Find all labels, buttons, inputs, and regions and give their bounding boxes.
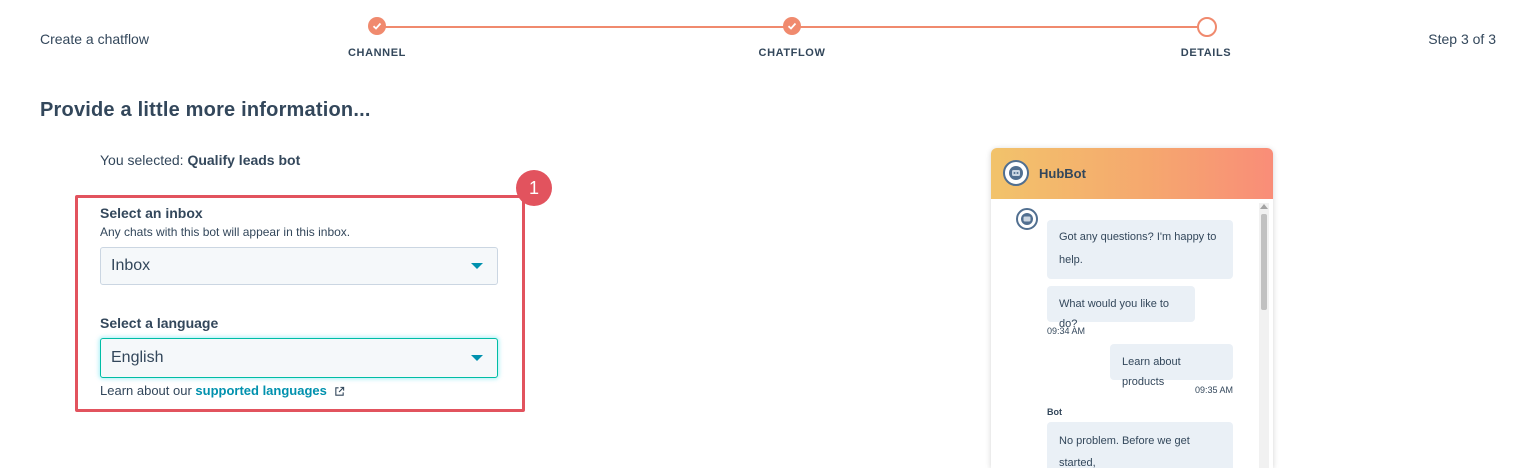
external-link-icon[interactable] (334, 385, 345, 400)
chat-sender-label: Bot (1047, 407, 1062, 417)
step-channel-check-icon[interactable] (368, 17, 386, 35)
inbox-select-value: Inbox (111, 257, 151, 274)
chat-message-bot: Got any questions? I'm happy to help. (1047, 220, 1233, 279)
wizard-title: Create a chatflow (40, 31, 149, 47)
step-details-label: DETAILS (1180, 47, 1232, 59)
scroll-up-arrow-icon[interactable] (1260, 204, 1268, 209)
inbox-label: Select an inbox (100, 205, 203, 221)
message-bot-avatar-icon (1016, 208, 1038, 230)
selected-prefix: You selected: (100, 152, 188, 168)
chat-timestamp: 09:34 AM (1047, 326, 1086, 336)
step-counter: Step 3 of 3 (1428, 31, 1496, 47)
page-title: Provide a little more information... (40, 99, 371, 121)
selected-bot-text: You selected: Qualify leads bot (100, 152, 300, 168)
chat-timestamp: 09:35 AM (1195, 385, 1234, 395)
callout-badge: 1 (516, 170, 552, 206)
chat-message-bot: No problem. Before we get started, (1047, 422, 1233, 468)
inbox-help-text: Any chats with this bot will appear in t… (100, 225, 351, 239)
step-details-circle-icon (1197, 17, 1217, 37)
chat-scroll-thumb[interactable] (1261, 214, 1267, 310)
chat-message-bot: What would you like to do? (1047, 286, 1195, 330)
language-select-value: English (111, 349, 164, 366)
language-label: Select a language (100, 315, 219, 331)
chat-preview-widget: HubBot Got any questions? I'm happy to h… (991, 148, 1273, 468)
chat-message-user: Learn about products (1110, 344, 1233, 388)
chevron-down-icon (471, 355, 483, 361)
chat-header: HubBot (991, 148, 1273, 199)
step-channel-label[interactable]: CHANNEL (348, 47, 406, 59)
chevron-down-icon (471, 263, 483, 269)
bot-avatar-icon (1003, 160, 1029, 186)
chat-bot-name: HubBot (1039, 166, 1086, 181)
learn-prefix: Learn about our (100, 383, 196, 398)
step-chatflow-label[interactable]: CHATFLOW (759, 47, 826, 59)
inbox-select[interactable]: Inbox (100, 247, 498, 285)
language-select[interactable]: English (100, 338, 498, 378)
supported-languages-link[interactable]: supported languages (195, 383, 326, 398)
learn-languages-line: Learn about our supported languages (100, 383, 345, 400)
step-chatflow-check-icon[interactable] (783, 17, 801, 35)
selected-bot-name: Qualify leads bot (187, 152, 301, 168)
